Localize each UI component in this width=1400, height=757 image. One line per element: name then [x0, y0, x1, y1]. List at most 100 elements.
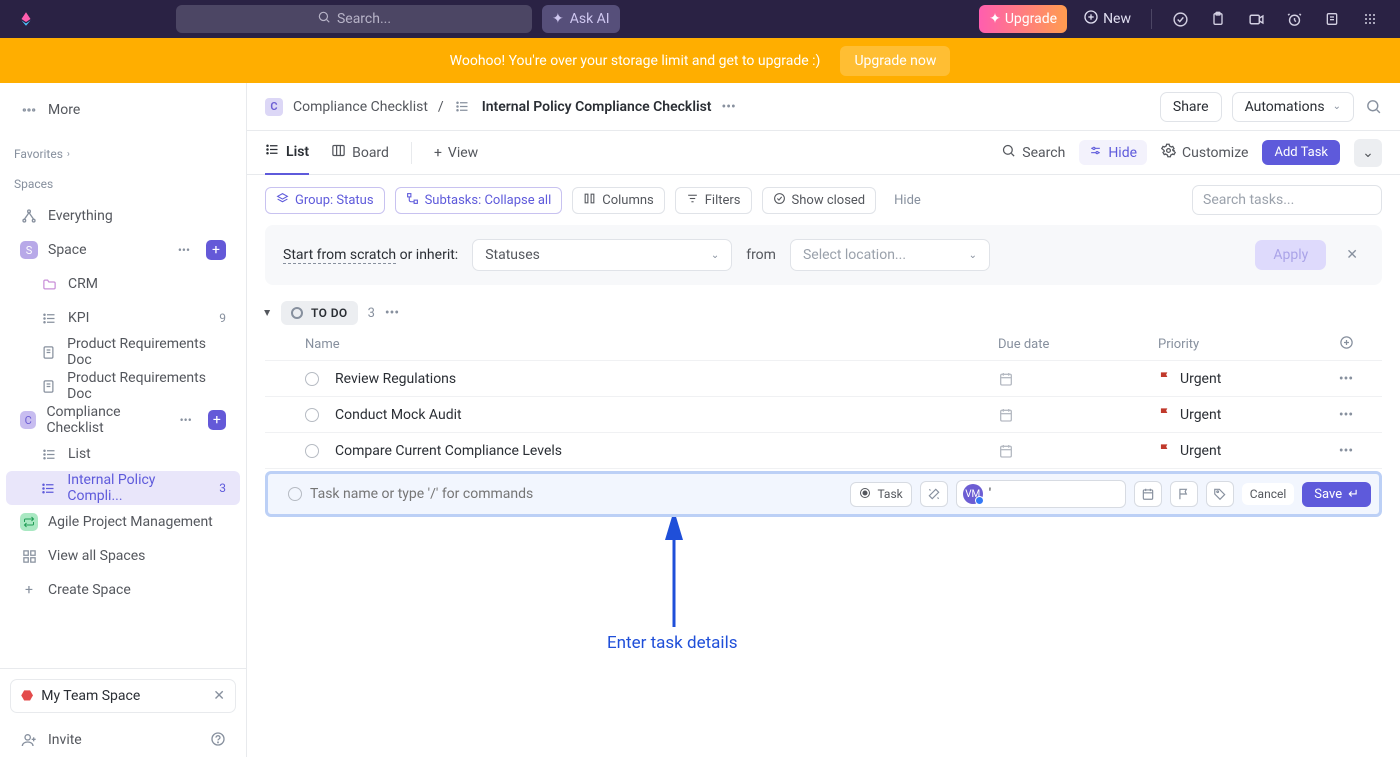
more-icon[interactable]: ••• — [1328, 443, 1364, 459]
sidebar-invite[interactable]: Invite — [6, 723, 240, 757]
collapse-icon[interactable]: ▸ — [261, 310, 275, 316]
sidebar-compliance[interactable]: C Compliance Checklist ••• + — [6, 403, 240, 437]
save-button[interactable]: Save ↵ — [1302, 482, 1371, 507]
location-select[interactable]: Select location... ⌄ — [790, 239, 990, 271]
sidebar-prd2[interactable]: Product Requirements Doc — [6, 369, 240, 403]
add-view[interactable]: + View — [434, 131, 478, 175]
automations-label: Automations — [1245, 99, 1325, 115]
more-icon[interactable]: ••• — [180, 413, 192, 427]
task-name[interactable]: Compare Current Compliance Levels — [335, 443, 998, 459]
sidebar-more[interactable]: More — [6, 93, 240, 127]
global-search[interactable]: Search... — [176, 5, 532, 33]
ask-ai-button[interactable]: ✦ Ask AI — [542, 5, 620, 33]
sidebar-list[interactable]: List — [6, 437, 240, 471]
add-column-icon[interactable] — [1328, 335, 1364, 354]
team-space-chip[interactable]: ⬣ My Team Space ✕ — [10, 679, 236, 713]
start-scratch-link[interactable]: Start from scratch — [283, 247, 396, 264]
check-circle-icon[interactable] — [1166, 11, 1194, 28]
col-due[interactable]: Due date — [998, 337, 1158, 352]
table-row[interactable]: Review Regulations Urgent ••• — [265, 361, 1382, 397]
tab-board[interactable]: Board — [331, 131, 389, 175]
priority-cell[interactable]: Urgent — [1158, 370, 1328, 388]
add-task-button[interactable]: Add Task — [1262, 140, 1340, 165]
status-circle-icon[interactable] — [288, 487, 302, 501]
video-icon[interactable] — [1242, 11, 1270, 28]
status-circle-icon[interactable] — [305, 444, 319, 458]
favorites-header[interactable]: Favorites › — [0, 139, 246, 169]
add-button[interactable]: + — [206, 240, 226, 260]
sidebar: More Favorites › Spaces Everything S Spa… — [0, 83, 247, 757]
priority-cell[interactable]: Urgent — [1158, 406, 1328, 424]
status-circle-icon[interactable] — [305, 408, 319, 422]
search-tasks-input[interactable]: Search tasks... — [1192, 185, 1382, 215]
hide-button[interactable]: Hide — [1079, 140, 1147, 165]
share-button[interactable]: Share — [1160, 92, 1222, 122]
apply-button[interactable]: Apply — [1255, 240, 1326, 270]
col-name[interactable]: Name — [305, 337, 998, 352]
breadcrumb-page[interactable]: Internal Policy Compliance Checklist — [482, 99, 712, 115]
filters-chip[interactable]: Filters — [675, 187, 752, 214]
more-icon[interactable]: ••• — [178, 243, 190, 257]
status-pill[interactable]: TO DO — [281, 301, 358, 325]
due-date-cell[interactable] — [998, 443, 1158, 459]
sidebar-agile[interactable]: Agile Project Management — [6, 505, 240, 539]
date-icon[interactable] — [1134, 481, 1162, 507]
close-icon[interactable]: ✕ — [1340, 247, 1364, 263]
hide-link[interactable]: Hide — [894, 193, 921, 208]
upgrade-now-button[interactable]: Upgrade now — [840, 46, 950, 76]
wand-icon[interactable] — [920, 481, 948, 507]
clipboard-icon[interactable] — [1204, 11, 1232, 27]
chevron-down-icon[interactable]: ⌄ — [1354, 139, 1382, 167]
sidebar-internal-policy[interactable]: Internal Policy Compli... 3 — [6, 471, 240, 505]
sidebar-everything[interactable]: Everything — [6, 199, 240, 233]
sidebar-viewall[interactable]: View all Spaces — [6, 539, 240, 573]
help-icon[interactable] — [210, 731, 226, 750]
col-priority[interactable]: Priority — [1158, 337, 1328, 352]
priority-cell[interactable]: Urgent — [1158, 442, 1328, 460]
close-icon[interactable]: ✕ — [213, 688, 225, 704]
automations-button[interactable]: Automations ⌄ — [1232, 92, 1354, 122]
compliance-badge: C — [20, 411, 36, 429]
table-row[interactable]: Compare Current Compliance Levels Urgent… — [265, 433, 1382, 469]
sidebar-space[interactable]: S Space ••• + — [6, 233, 240, 267]
sidebar-kpi[interactable]: KPI 9 — [6, 301, 240, 335]
columns-chip[interactable]: Columns — [572, 187, 665, 214]
sidebar-prd1[interactable]: Product Requirements Doc — [6, 335, 240, 369]
cancel-button[interactable]: Cancel — [1242, 483, 1295, 505]
group-chip[interactable]: Group: Status — [265, 187, 385, 214]
more-icon[interactable]: ••• — [722, 99, 736, 115]
search-icon[interactable] — [1364, 98, 1382, 116]
customize-button[interactable]: Customize — [1161, 131, 1248, 175]
table-row[interactable]: Conduct Mock Audit Urgent ••• — [265, 397, 1382, 433]
new-task-input[interactable] — [310, 486, 842, 502]
breadcrumb-space[interactable]: Compliance Checklist — [293, 99, 428, 115]
assignee-field[interactable]: VM ' — [956, 480, 1126, 508]
sidebar-crm[interactable]: CRM — [6, 267, 240, 301]
spaces-header[interactable]: Spaces — [0, 169, 246, 199]
subtasks-chip[interactable]: Subtasks: Collapse all — [395, 187, 563, 214]
app-logo[interactable] — [16, 9, 36, 29]
upgrade-button[interactable]: ✦ Upgrade — [979, 5, 1067, 33]
due-date-cell[interactable] — [998, 371, 1158, 387]
task-name[interactable]: Conduct Mock Audit — [335, 407, 998, 423]
list-label: List — [68, 446, 91, 462]
due-date-cell[interactable] — [998, 407, 1158, 423]
more-icon[interactable]: ••• — [1328, 407, 1364, 423]
new-button[interactable]: New — [1083, 9, 1131, 29]
alarm-icon[interactable] — [1280, 11, 1308, 28]
flag-icon[interactable] — [1170, 481, 1198, 507]
statuses-select[interactable]: Statuses ⌄ — [472, 239, 732, 271]
tab-list[interactable]: List — [265, 131, 309, 175]
views-search[interactable]: Search — [1001, 131, 1065, 175]
show-closed-chip[interactable]: Show closed — [762, 187, 877, 214]
tag-icon[interactable] — [1206, 481, 1234, 507]
sidebar-create-space[interactable]: + Create Space — [6, 573, 240, 607]
notepad-icon[interactable] — [1318, 11, 1346, 27]
task-name[interactable]: Review Regulations — [335, 371, 998, 387]
more-icon[interactable]: ••• — [385, 305, 399, 321]
apps-grid-icon[interactable] — [1356, 11, 1384, 27]
status-circle-icon[interactable] — [305, 372, 319, 386]
more-icon[interactable]: ••• — [1328, 371, 1364, 387]
add-button[interactable]: + — [208, 410, 226, 430]
task-type-button[interactable]: Task — [850, 482, 911, 507]
